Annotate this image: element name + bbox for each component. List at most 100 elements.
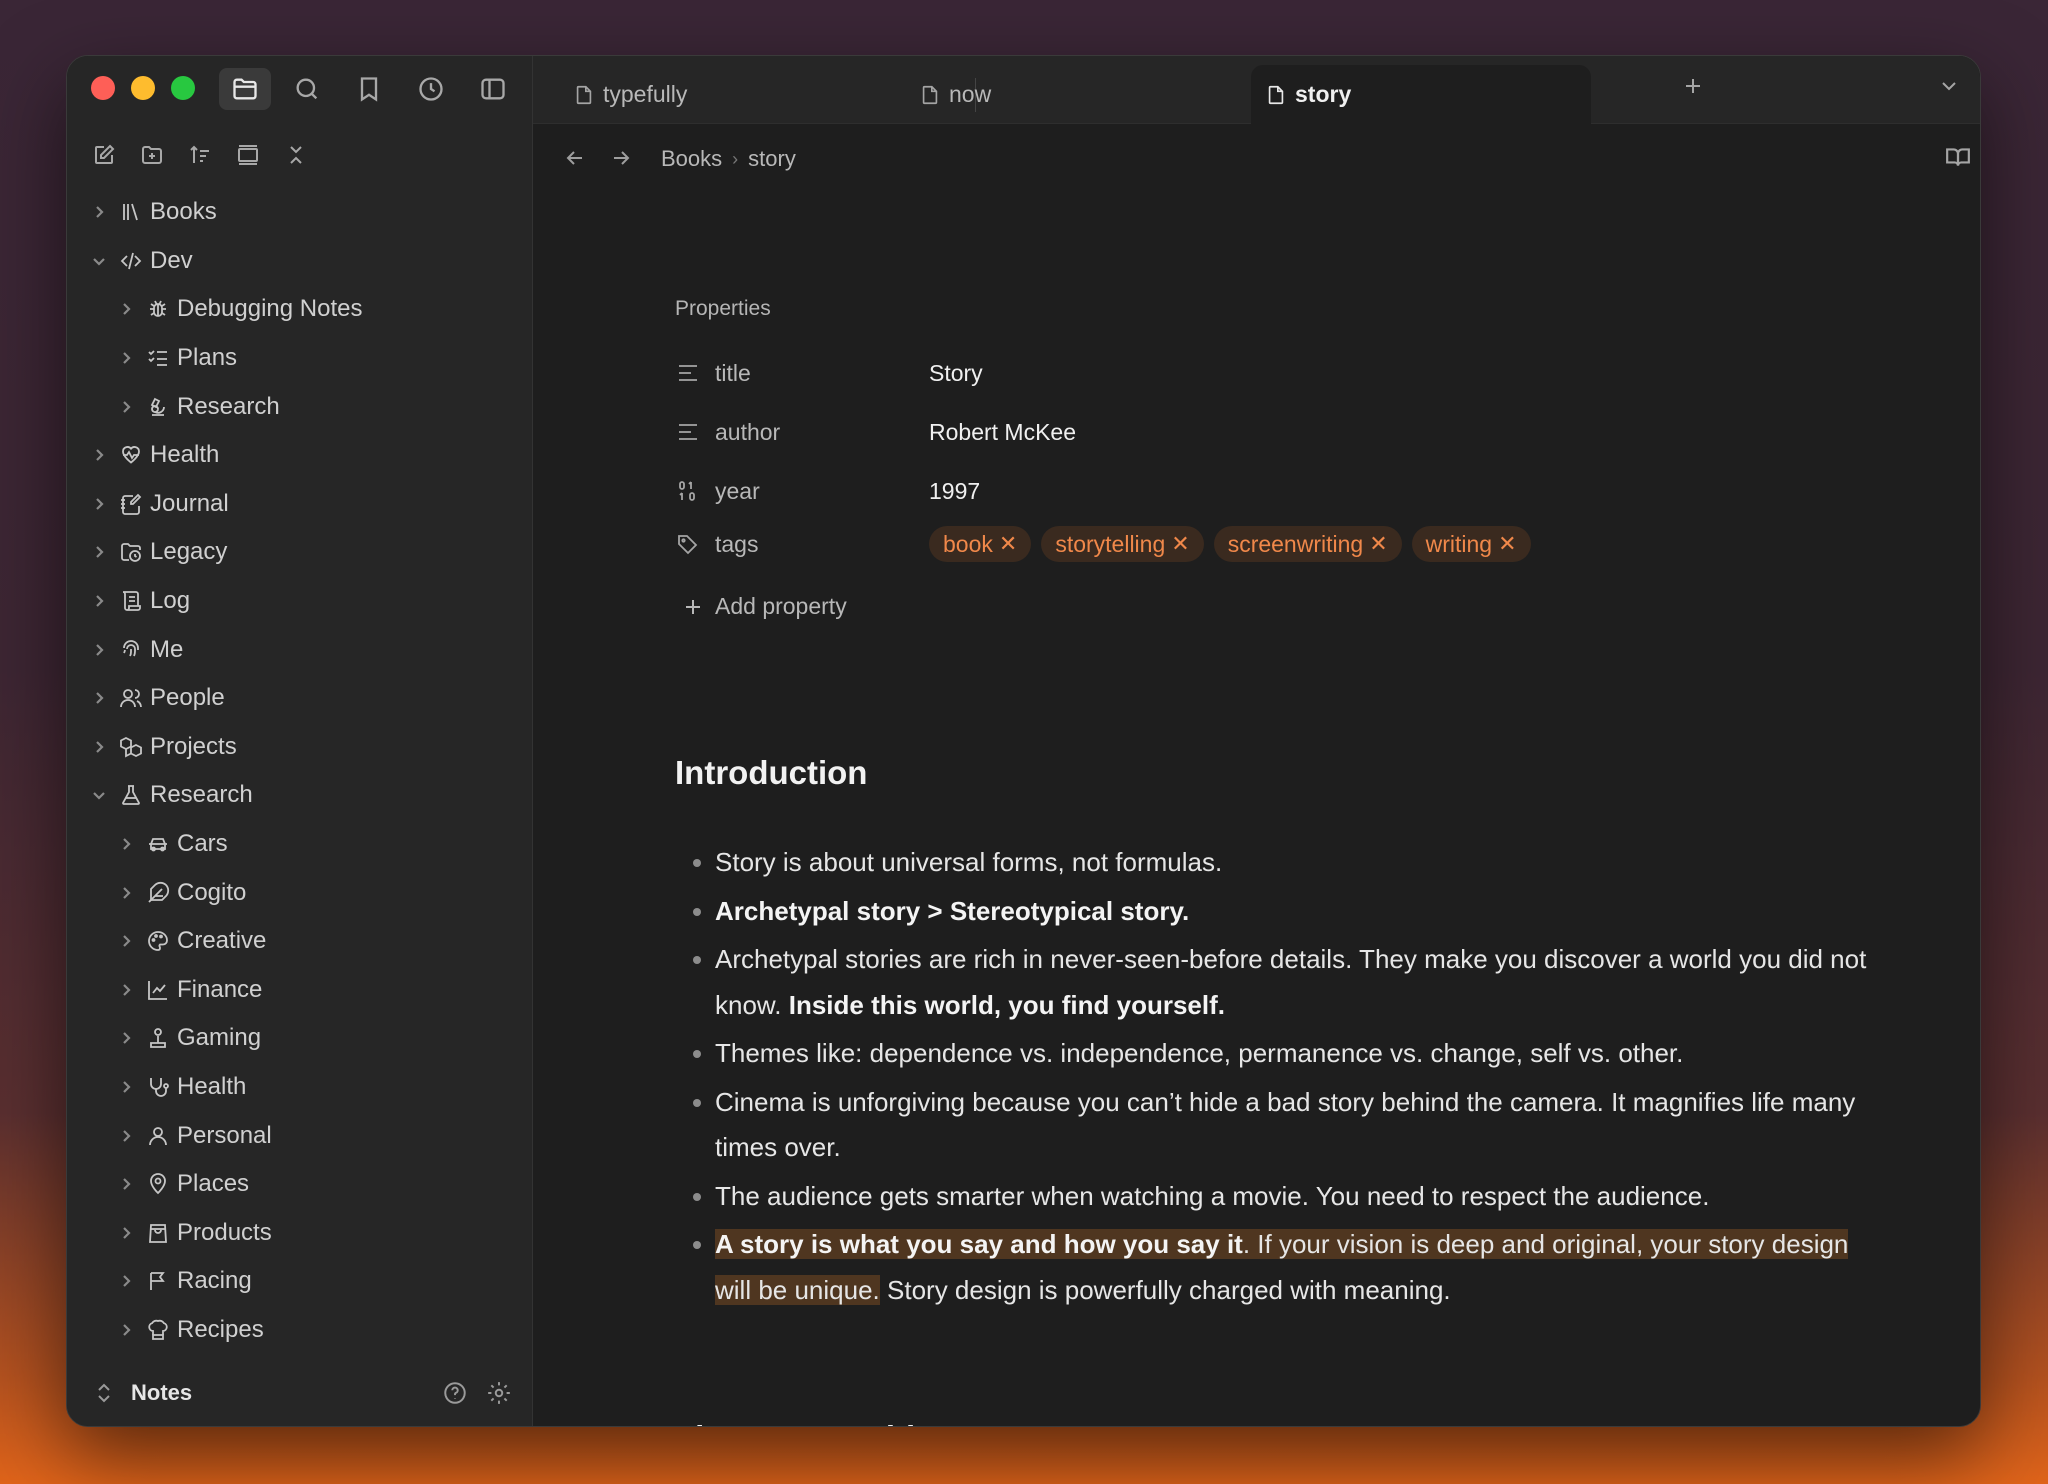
chevron-right-icon[interactable] [90, 738, 108, 756]
minimize-window-button[interactable] [131, 76, 155, 100]
bold-text: Archetypal story > Stereotypical story. [715, 895, 1190, 926]
bookmarks-button[interactable] [343, 68, 395, 110]
chevron-right-icon[interactable] [90, 446, 108, 464]
sidebar-item-gaming[interactable]: Gaming [67, 1014, 532, 1063]
chevron-right-icon[interactable] [117, 932, 135, 950]
chevron-right-icon[interactable] [90, 203, 108, 221]
chevron-down-icon[interactable] [90, 786, 108, 804]
collapse-all-button[interactable] [279, 138, 313, 172]
tag-pill[interactable]: screenwriting ✕ [1213, 526, 1402, 562]
forward-button[interactable] [609, 146, 633, 175]
chevron-right-icon[interactable] [90, 495, 108, 513]
text-lines-icon [675, 360, 701, 386]
sidebar-item-health[interactable]: Health [67, 1063, 532, 1112]
property-author[interactable]: author Robert McKee [675, 412, 1775, 452]
sidebar-item-debugging-notes[interactable]: Debugging Notes [67, 285, 532, 334]
tag-pill[interactable]: storytelling ✕ [1041, 526, 1204, 562]
search-button[interactable] [281, 68, 333, 110]
sidebar-item-personal[interactable]: Personal [67, 1111, 532, 1160]
sidebar-item-cogito[interactable]: Cogito [67, 868, 532, 917]
files-button[interactable] [219, 68, 271, 110]
chevron-right-icon[interactable] [90, 543, 108, 561]
sidebar-item-me[interactable]: Me [67, 625, 532, 674]
sidebar-item-products[interactable]: Products [67, 1208, 532, 1257]
sidebar-item-creative[interactable]: Creative [67, 917, 532, 966]
text-run: Cinema is unforgiving because you can’t … [715, 1086, 1856, 1163]
tag-pill[interactable]: writing ✕ [1411, 526, 1531, 562]
remove-tag-icon[interactable]: ✕ [1171, 531, 1189, 557]
sidebar-item-racing[interactable]: Racing [67, 1257, 532, 1306]
tab-now[interactable]: now [905, 65, 1245, 124]
chevron-right-icon[interactable] [117, 1272, 135, 1290]
sidebar-item-journal[interactable]: Journal [67, 480, 532, 529]
sidebar-item-recipes[interactable]: Recipes [67, 1306, 532, 1355]
chevron-right-icon[interactable] [117, 398, 135, 416]
recent-button[interactable] [405, 68, 457, 110]
auto-reveal-button[interactable] [231, 138, 265, 172]
remove-tag-icon[interactable]: ✕ [999, 531, 1017, 557]
chevron-right-icon[interactable] [90, 592, 108, 610]
chevron-right-icon[interactable] [117, 1175, 135, 1193]
chevron-right-icon[interactable] [117, 1321, 135, 1339]
new-tab-button[interactable] [1681, 74, 1705, 103]
sidebar-item-places[interactable]: Places [67, 1160, 532, 1209]
chevron-down-icon[interactable] [90, 252, 108, 270]
shopping-bag-icon [145, 1220, 171, 1246]
chevron-right-icon[interactable] [117, 1078, 135, 1096]
property-tags[interactable]: tags book ✕ storytelling ✕ screenwriting ✕ wri… [675, 524, 1775, 564]
property-value[interactable]: Robert McKee [929, 419, 1076, 446]
breadcrumb-parent[interactable]: Books [661, 146, 722, 172]
sort-button[interactable] [183, 138, 217, 172]
sidebar-item-legacy[interactable]: Legacy [67, 528, 532, 577]
chevron-right-icon[interactable] [90, 689, 108, 707]
vault-name[interactable]: Notes [131, 1380, 192, 1406]
property-title[interactable]: title Story [675, 353, 1775, 393]
breadcrumb-current[interactable]: story [748, 146, 796, 172]
chevron-right-icon[interactable] [117, 981, 135, 999]
settings-gear-icon[interactable] [486, 1380, 512, 1406]
close-window-button[interactable] [91, 76, 115, 100]
sidebar-item-finance[interactable]: Finance [67, 966, 532, 1015]
chevron-right-icon[interactable] [117, 1127, 135, 1145]
tag-pill[interactable]: book ✕ [929, 526, 1032, 562]
add-property-button[interactable]: Add property [681, 593, 847, 620]
property-value[interactable]: 1997 [929, 478, 980, 505]
arrow-left-icon [566, 151, 582, 165]
reading-view-button[interactable] [1945, 144, 1971, 175]
sidebar-item-people[interactable]: People [67, 674, 532, 723]
folder-clock-icon [118, 539, 144, 565]
sidebar-item-projects[interactable]: Projects [67, 723, 532, 772]
toggle-sidebar-button[interactable] [467, 68, 519, 110]
plus-icon [1686, 79, 1700, 93]
chevron-right-icon[interactable] [117, 300, 135, 318]
property-value[interactable]: Story [929, 360, 983, 387]
sidebar-item-plans[interactable]: Plans [67, 334, 532, 383]
sidebar-item-log[interactable]: Log [67, 577, 532, 626]
tab-list-button[interactable] [1937, 74, 1961, 103]
chevron-right-icon[interactable] [117, 1029, 135, 1047]
tab-typefully[interactable]: typefully [559, 65, 899, 124]
maximize-window-button[interactable] [171, 76, 195, 100]
chevron-right-icon[interactable] [117, 884, 135, 902]
help-icon[interactable] [442, 1380, 468, 1406]
sidebar: Books Dev Debugging Notes Plans Research Heal… [67, 56, 533, 1426]
sidebar-item-health[interactable]: Health [67, 431, 532, 480]
chevron-right-icon[interactable] [117, 349, 135, 367]
sidebar-item-books[interactable]: Books [67, 188, 532, 237]
sidebar-item-cars[interactable]: Cars [67, 820, 532, 869]
chevron-right-icon[interactable] [90, 641, 108, 659]
tab-story[interactable]: story [1251, 65, 1591, 124]
remove-tag-icon[interactable]: ✕ [1498, 531, 1516, 557]
sidebar-item-dev[interactable]: Dev [67, 237, 532, 286]
new-folder-button[interactable] [135, 138, 169, 172]
new-note-button[interactable] [87, 138, 121, 172]
chevrons-up-down-icon[interactable] [95, 1382, 113, 1404]
sidebar-item-research[interactable]: Research [67, 382, 532, 431]
back-button[interactable] [563, 146, 587, 175]
property-year[interactable]: year 1997 [675, 471, 1775, 511]
sidebar-item-research[interactable]: Research [67, 771, 532, 820]
chevron-right-icon[interactable] [117, 835, 135, 853]
remove-tag-icon[interactable]: ✕ [1369, 531, 1387, 557]
app-window: Books Dev Debugging Notes Plans Research Heal… [66, 55, 1981, 1427]
chevron-right-icon[interactable] [117, 1224, 135, 1242]
